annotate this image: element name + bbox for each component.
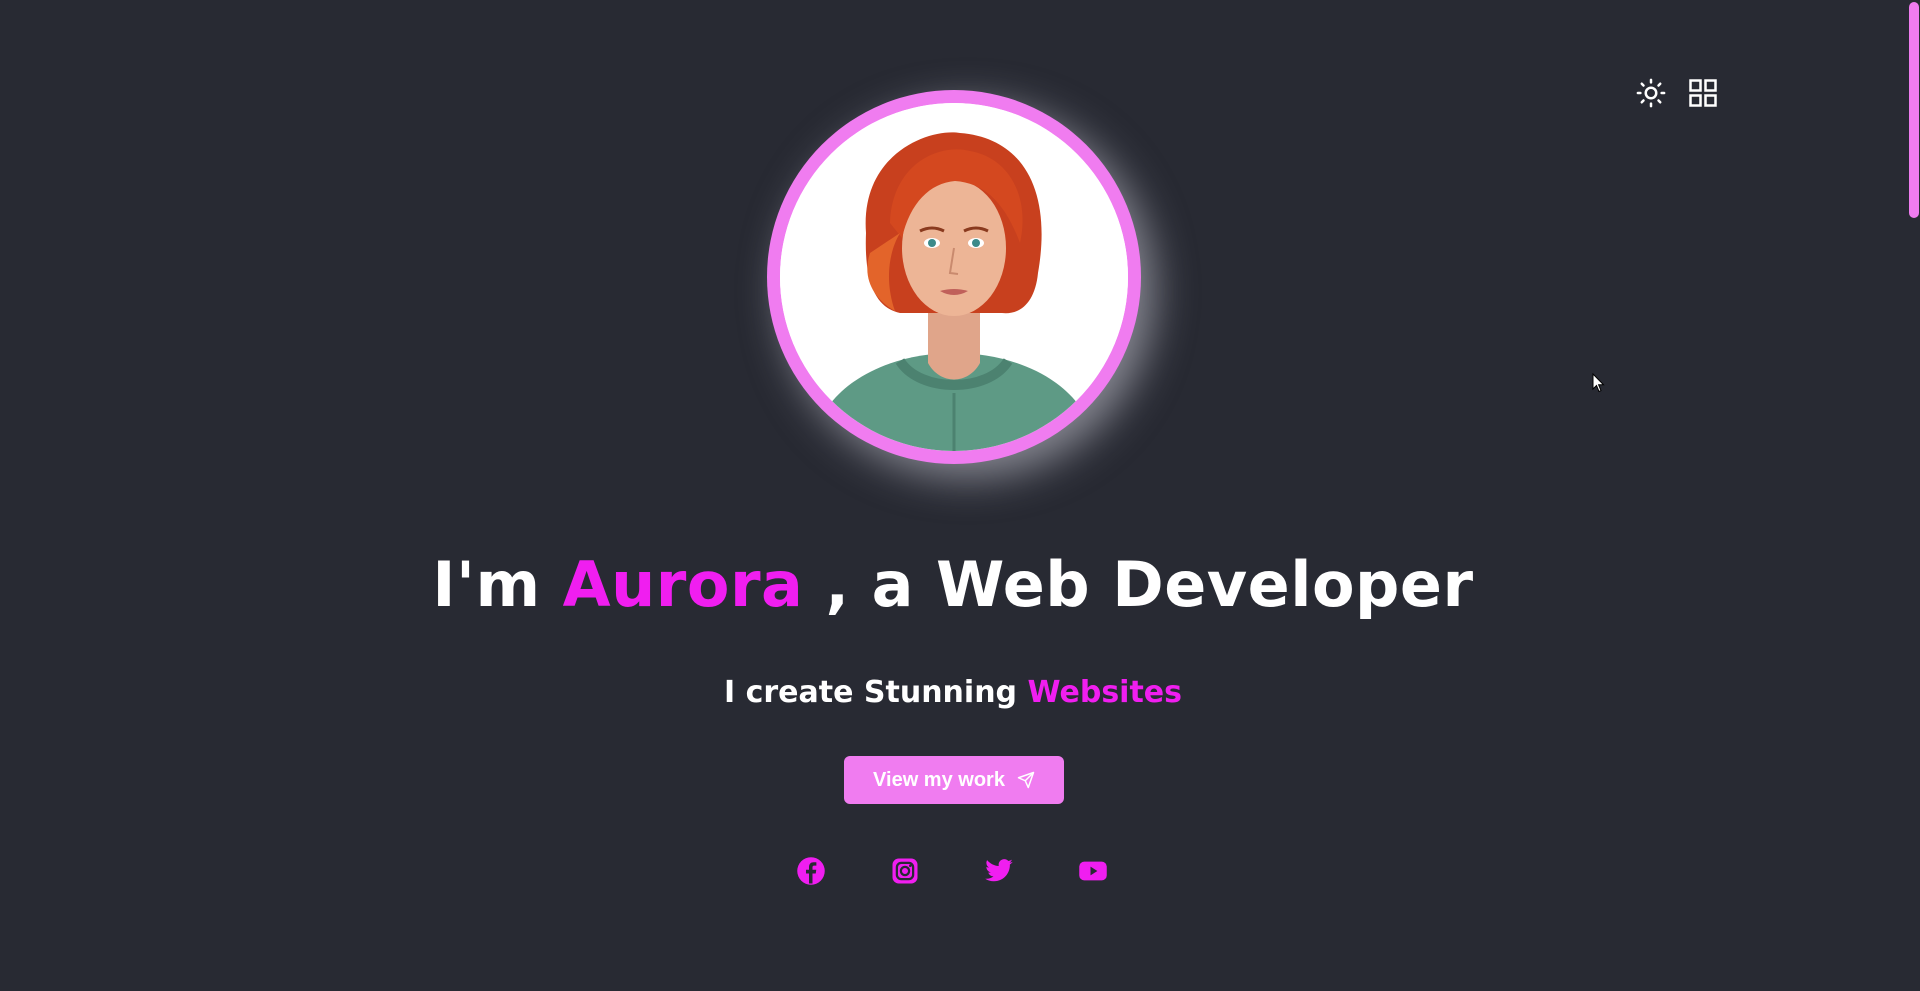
social-links [796, 856, 1108, 886]
grid-icon [1689, 79, 1717, 107]
portfolio-page: I'm Aurora , a Web Developer I create St… [0, 0, 1920, 991]
sun-icon [1636, 78, 1666, 108]
avatar-frame [767, 90, 1141, 464]
top-toolbar [1634, 76, 1720, 110]
hero-subheading: I create Stunning Websites [0, 675, 1906, 710]
facebook-icon [797, 857, 825, 885]
instagram-icon [892, 858, 918, 884]
instagram-link[interactable] [890, 856, 920, 886]
scrollbar[interactable] [1906, 0, 1920, 991]
subheading-prefix: I create Stunning [723, 675, 1028, 710]
youtube-icon [1079, 861, 1107, 881]
menu-grid-button[interactable] [1686, 76, 1720, 110]
theme-toggle-button[interactable] [1634, 76, 1668, 110]
mouse-cursor-icon [1592, 373, 1605, 393]
heading-suffix: , a Web Developer [803, 548, 1474, 621]
heading-name: Aurora [562, 548, 804, 621]
twitter-link[interactable] [984, 856, 1014, 886]
heading-prefix: I'm [432, 548, 563, 621]
cta-label: View my work [873, 768, 1005, 791]
avatar [780, 103, 1128, 451]
view-my-work-button[interactable]: View my work [844, 756, 1064, 804]
scrollbar-thumb[interactable] [1909, 2, 1919, 218]
send-icon [1017, 771, 1035, 789]
youtube-link[interactable] [1078, 856, 1108, 886]
subheading-accent: Websites [1027, 675, 1183, 710]
facebook-link[interactable] [796, 856, 826, 886]
twitter-icon [985, 859, 1013, 882]
hero-heading: I'm Aurora , a Web Developer [0, 548, 1906, 621]
avatar-illustration [780, 103, 1128, 451]
